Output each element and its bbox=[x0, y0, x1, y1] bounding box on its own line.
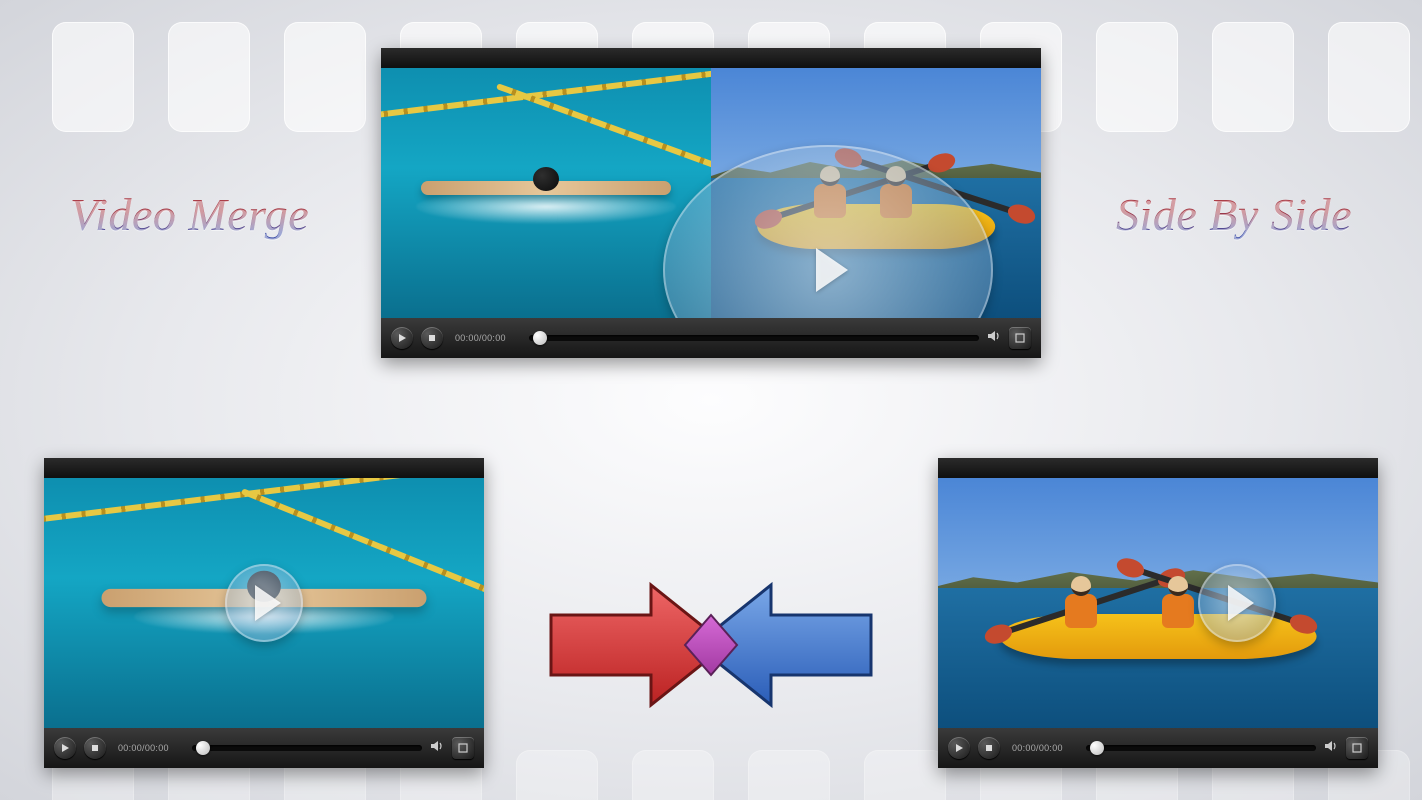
seek-bar[interactable] bbox=[1086, 745, 1316, 751]
stop-button[interactable] bbox=[421, 327, 443, 349]
play-button[interactable] bbox=[54, 737, 76, 759]
stop-icon bbox=[90, 743, 100, 753]
fullscreen-icon bbox=[1015, 333, 1025, 343]
stop-icon bbox=[984, 743, 994, 753]
volume-icon bbox=[1324, 739, 1338, 753]
volume-icon bbox=[430, 739, 444, 753]
player-controls: 00:00/00:00 bbox=[938, 728, 1378, 768]
fullscreen-button[interactable] bbox=[1009, 327, 1031, 349]
clip-kayak bbox=[938, 478, 1378, 728]
fullscreen-icon bbox=[1352, 743, 1362, 753]
clip-swimmer bbox=[381, 68, 711, 318]
play-button[interactable] bbox=[948, 737, 970, 759]
volume-icon bbox=[987, 329, 1001, 343]
merged-video-screen[interactable] bbox=[381, 68, 1041, 318]
seek-knob[interactable] bbox=[196, 741, 210, 755]
seek-bar[interactable] bbox=[192, 745, 422, 751]
seek-bar[interactable] bbox=[529, 335, 979, 341]
fullscreen-button[interactable] bbox=[452, 737, 474, 759]
merged-video-player: 00:00/00:00 bbox=[381, 48, 1041, 358]
source-video-player-left: 00:00/00:00 bbox=[44, 458, 484, 768]
timecode: 00:00/00:00 bbox=[118, 743, 180, 753]
player-titlebar bbox=[381, 48, 1041, 68]
volume-button[interactable] bbox=[1324, 739, 1338, 758]
stop-button[interactable] bbox=[978, 737, 1000, 759]
title-right: Side By Side bbox=[1116, 188, 1352, 241]
fullscreen-button[interactable] bbox=[1346, 737, 1368, 759]
timecode: 00:00/00:00 bbox=[1012, 743, 1074, 753]
source-video-screen-right[interactable] bbox=[938, 478, 1378, 728]
seek-knob[interactable] bbox=[533, 331, 547, 345]
title-left: Video Merge bbox=[70, 188, 309, 241]
merge-arrows-icon bbox=[541, 560, 881, 735]
player-titlebar bbox=[938, 458, 1378, 478]
source-video-player-right: 00:00/00:00 bbox=[938, 458, 1378, 768]
play-overlay-icon[interactable] bbox=[1198, 564, 1276, 642]
player-titlebar bbox=[44, 458, 484, 478]
play-overlay-icon[interactable] bbox=[225, 564, 303, 642]
player-controls: 00:00/00:00 bbox=[381, 318, 1041, 358]
stop-icon bbox=[427, 333, 437, 343]
play-icon bbox=[954, 743, 964, 753]
play-icon bbox=[60, 743, 70, 753]
volume-button[interactable] bbox=[430, 739, 444, 758]
play-button[interactable] bbox=[391, 327, 413, 349]
play-icon bbox=[397, 333, 407, 343]
stop-button[interactable] bbox=[84, 737, 106, 759]
timecode: 00:00/00:00 bbox=[455, 333, 517, 343]
source-video-screen-left[interactable] bbox=[44, 478, 484, 728]
seek-knob[interactable] bbox=[1090, 741, 1104, 755]
promo-stage: Video Merge Side By Side bbox=[0, 0, 1422, 800]
volume-button[interactable] bbox=[987, 329, 1001, 348]
fullscreen-icon bbox=[458, 743, 468, 753]
player-controls: 00:00/00:00 bbox=[44, 728, 484, 768]
